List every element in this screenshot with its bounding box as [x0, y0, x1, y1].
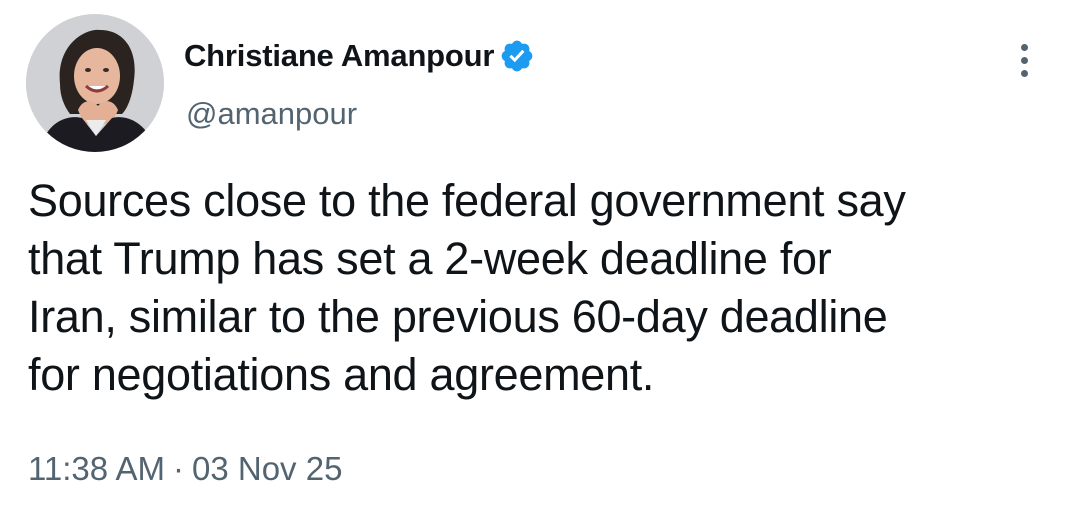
avatar-image: [26, 14, 164, 152]
tweet-time: 11:38 AM: [28, 450, 165, 487]
meta-separator: ·: [172, 450, 184, 487]
more-options-icon[interactable]: [1006, 38, 1042, 82]
more-options-dot: [1020, 56, 1028, 64]
tweet-timestamp[interactable]: 11:38 AM · 03 Nov 25: [28, 450, 342, 488]
tweet-text-line: for negotiations and agreement.: [28, 349, 655, 400]
author-handle[interactable]: @amanpour: [186, 96, 357, 132]
verified-badge-icon: [499, 38, 535, 74]
author-name-row: Christiane Amanpour: [184, 36, 535, 76]
more-options-dot: [1020, 43, 1028, 51]
author-display-name[interactable]: Christiane Amanpour: [184, 38, 494, 74]
more-options-dot: [1020, 69, 1028, 77]
tweet-text: Sources close to the federal government …: [28, 172, 1068, 404]
tweet-card: Christiane Amanpour @amanpour Sources cl…: [0, 0, 1080, 520]
avatar[interactable]: [26, 14, 164, 152]
tweet-text-line: Sources close to the federal government …: [28, 175, 906, 226]
tweet-date: 03 Nov 25: [191, 450, 343, 487]
tweet-text-line: that Trump has set a 2-week deadline for: [28, 233, 832, 284]
tweet-text-line: Iran, similar to the previous 60-day dea…: [28, 291, 888, 342]
